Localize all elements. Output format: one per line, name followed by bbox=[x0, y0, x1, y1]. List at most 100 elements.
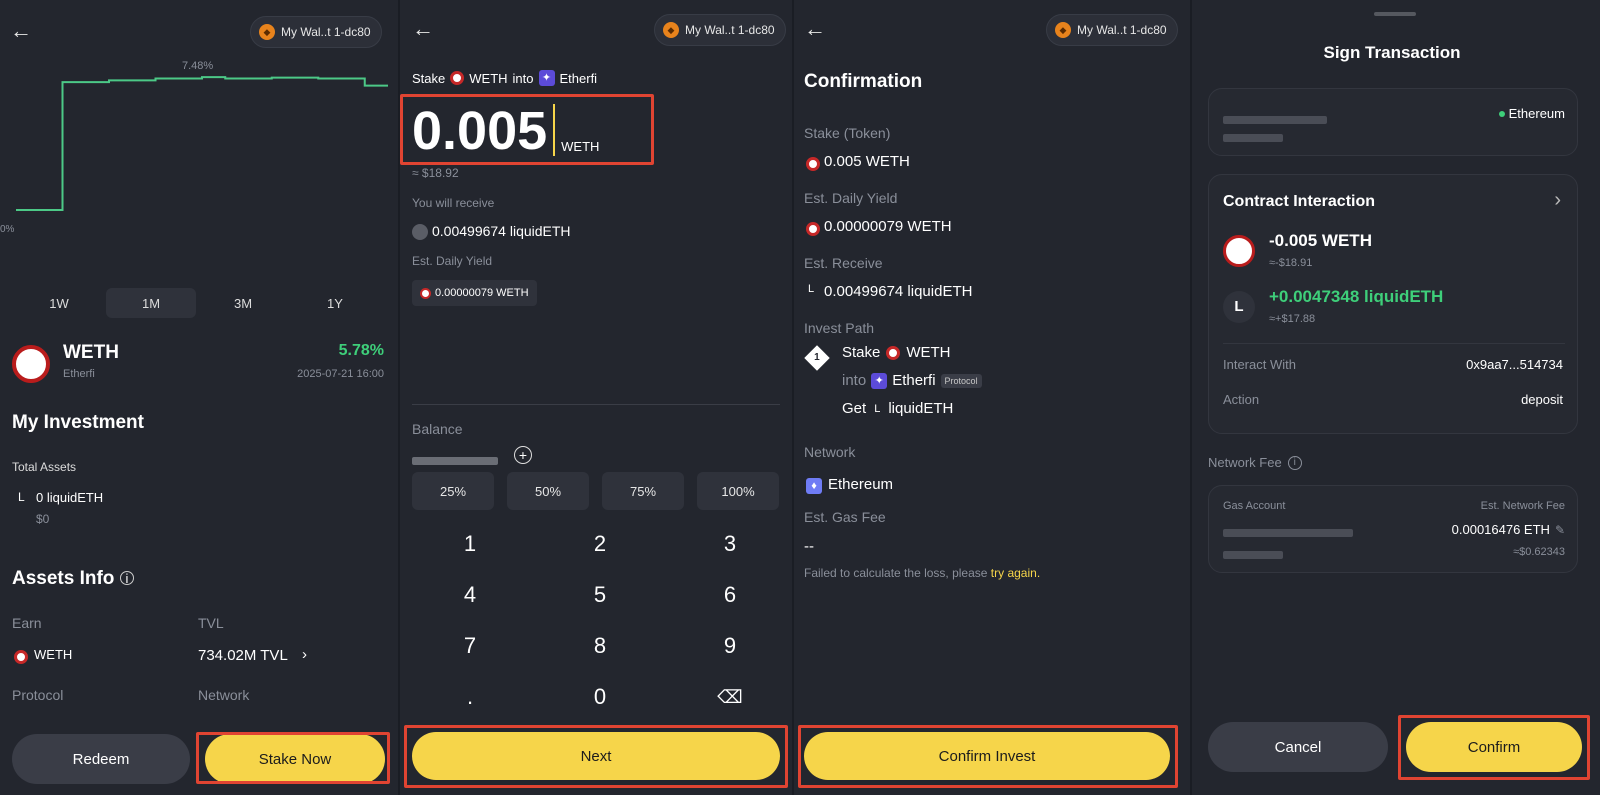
period-3m[interactable]: 3M bbox=[198, 288, 288, 318]
error-text: Failed to calculate the loss, please bbox=[804, 566, 988, 580]
wallet-label: My Wal..t 1-dc80 bbox=[1077, 23, 1167, 37]
wallet-selector[interactable]: ◆ My Wal..t 1-dc80 bbox=[1046, 14, 1178, 46]
chevron-right-icon[interactable]: › bbox=[302, 646, 307, 663]
percent-50-button[interactable]: 50% bbox=[507, 472, 589, 510]
est-fee-label: Est. Network Fee bbox=[1480, 500, 1565, 512]
stake-protocol: Etherfi bbox=[559, 70, 598, 86]
stake-now-button[interactable]: Stake Now bbox=[205, 734, 385, 784]
key-5[interactable]: 5 bbox=[540, 575, 660, 615]
confirm-button[interactable]: Confirm bbox=[1406, 722, 1582, 772]
receive-usd: ≈+$17.88 bbox=[1269, 313, 1316, 325]
receive-amount: +0.0047348 liquidETH bbox=[1269, 287, 1444, 306]
try-again-link[interactable]: try again. bbox=[991, 566, 1040, 580]
total-assets-usd: $0 bbox=[36, 512, 50, 526]
network-fee-header: Network Fee i bbox=[1208, 455, 1302, 470]
key-6[interactable]: 6 bbox=[670, 575, 790, 615]
redeem-button[interactable]: Redeem bbox=[12, 734, 190, 784]
stake-token: WETH bbox=[469, 70, 508, 86]
back-arrow-icon[interactable]: ← bbox=[412, 18, 434, 40]
wallet-selector[interactable]: ◆ My Wal..t 1-dc80 bbox=[654, 14, 786, 46]
liquideth-icon bbox=[412, 224, 428, 240]
gas-account-sub-blurred bbox=[1223, 546, 1283, 564]
chevron-right-icon[interactable]: › bbox=[1554, 189, 1561, 212]
info-icon[interactable]: i bbox=[120, 571, 134, 585]
cancel-button[interactable]: Cancel bbox=[1208, 722, 1388, 772]
interact-with-value: 0x9aa7...514734 bbox=[1466, 357, 1563, 372]
est-fee-value: 0.00016476 ETH bbox=[1451, 522, 1550, 537]
receive-value: 0.00499674 liquidETH bbox=[824, 283, 973, 300]
sheet-handle[interactable] bbox=[1374, 12, 1416, 16]
receive-label: Est. Receive bbox=[804, 255, 883, 271]
path-protocol: Etherfi bbox=[892, 372, 936, 389]
protocol-tag: Protocol bbox=[940, 373, 982, 388]
period-1m[interactable]: 1M bbox=[106, 288, 196, 318]
stake-label: Stake (Token) bbox=[804, 125, 891, 141]
tvl-label: TVL bbox=[198, 615, 224, 631]
edit-pencil-icon[interactable]: ✎ bbox=[1555, 523, 1565, 537]
yield-value: 0.00000079 WETH bbox=[435, 287, 529, 299]
earn-value: WETH bbox=[34, 647, 73, 662]
info-icon[interactable]: i bbox=[1287, 455, 1302, 470]
etherfi-icon: ✦ bbox=[871, 372, 888, 389]
gas-account-blurred bbox=[1223, 524, 1353, 542]
network-fee-label: Network Fee bbox=[1208, 455, 1282, 470]
wallet-label: My Wal..t 1-dc80 bbox=[685, 23, 775, 37]
key-8[interactable]: 8 bbox=[540, 626, 660, 666]
weth-icon bbox=[450, 71, 465, 85]
liquideth-icon: L bbox=[808, 283, 815, 295]
amount-input[interactable]: 0.005 WETH bbox=[412, 98, 599, 160]
my-investment-title: My Investment bbox=[12, 412, 144, 433]
stake-value: 0.005 WETH bbox=[824, 153, 910, 170]
sign-transaction-panel: Sign Transaction Ethereum Contract Inter… bbox=[1192, 0, 1600, 795]
gas-label: Est. Gas Fee bbox=[804, 509, 886, 525]
gas-account-label: Gas Account bbox=[1223, 500, 1286, 512]
stake-amount-panel: ← ◆ My Wal..t 1-dc80 Stake WETH into ✦ E… bbox=[400, 0, 792, 795]
etherfi-icon: ✦ bbox=[538, 70, 555, 86]
interact-with-label: Interact With bbox=[1223, 357, 1296, 372]
stake-summary: Stake WETH into ✦ Etherfi bbox=[412, 70, 597, 86]
account-address-blurred bbox=[1223, 129, 1283, 147]
wallet-fox-icon: ◆ bbox=[1055, 22, 1071, 38]
wallet-selector[interactable]: ◆ My Wal..t 1-dc80 bbox=[250, 16, 382, 48]
period-1y[interactable]: 1Y bbox=[290, 288, 380, 318]
key-0[interactable]: 0 bbox=[540, 677, 660, 717]
backspace-icon[interactable]: ⌫ bbox=[670, 677, 790, 717]
yield-chip: 0.00000079 WETH bbox=[412, 280, 537, 306]
wallet-label: My Wal..t 1-dc80 bbox=[281, 25, 371, 39]
key-9[interactable]: 9 bbox=[670, 626, 790, 666]
est-fee-row[interactable]: 0.00016476 ETH ✎ bbox=[1452, 522, 1565, 537]
weth-token-icon bbox=[12, 345, 50, 383]
key-4[interactable]: 4 bbox=[410, 575, 530, 615]
balance-label: Balance bbox=[412, 421, 463, 437]
key-1[interactable]: 1 bbox=[410, 524, 530, 564]
percent-75-button[interactable]: 75% bbox=[602, 472, 684, 510]
protocol-label: Protocol bbox=[12, 687, 64, 703]
key-3[interactable]: 3 bbox=[670, 524, 790, 564]
key-7[interactable]: 7 bbox=[410, 626, 530, 666]
path-step-badge: 1 bbox=[804, 345, 830, 371]
add-balance-icon[interactable]: + bbox=[514, 446, 532, 464]
key-2[interactable]: 2 bbox=[540, 524, 660, 564]
tvl-value[interactable]: 734.02M TVL bbox=[198, 647, 288, 664]
network-status-dot bbox=[1498, 110, 1505, 117]
ethereum-icon: ♦ bbox=[806, 478, 822, 494]
chart-peak-label: 7.48% bbox=[182, 60, 214, 72]
weth-token-icon bbox=[1223, 235, 1255, 267]
period-1w[interactable]: 1W bbox=[14, 288, 104, 318]
yield-value: 0.00000079 WETH bbox=[824, 218, 952, 235]
percent-100-button[interactable]: 100% bbox=[697, 472, 779, 510]
network-value: Ethereum bbox=[828, 476, 894, 493]
contract-title: Contract Interaction bbox=[1223, 193, 1376, 210]
action-value: deposit bbox=[1521, 392, 1563, 407]
percent-25-button[interactable]: 25% bbox=[412, 472, 494, 510]
assets-info-title: Assets Info bbox=[12, 568, 115, 589]
liquideth-icon: L bbox=[874, 402, 881, 415]
confirm-invest-button[interactable]: Confirm Invest bbox=[804, 732, 1170, 780]
key-dot[interactable]: . bbox=[410, 677, 530, 717]
action-label: Action bbox=[1223, 392, 1260, 407]
back-arrow-icon[interactable]: ← bbox=[804, 18, 826, 40]
next-button[interactable]: Next bbox=[412, 732, 780, 780]
back-arrow-icon[interactable]: ← bbox=[10, 20, 32, 42]
divider bbox=[412, 404, 780, 405]
confirmation-title: Confirmation bbox=[804, 71, 923, 92]
